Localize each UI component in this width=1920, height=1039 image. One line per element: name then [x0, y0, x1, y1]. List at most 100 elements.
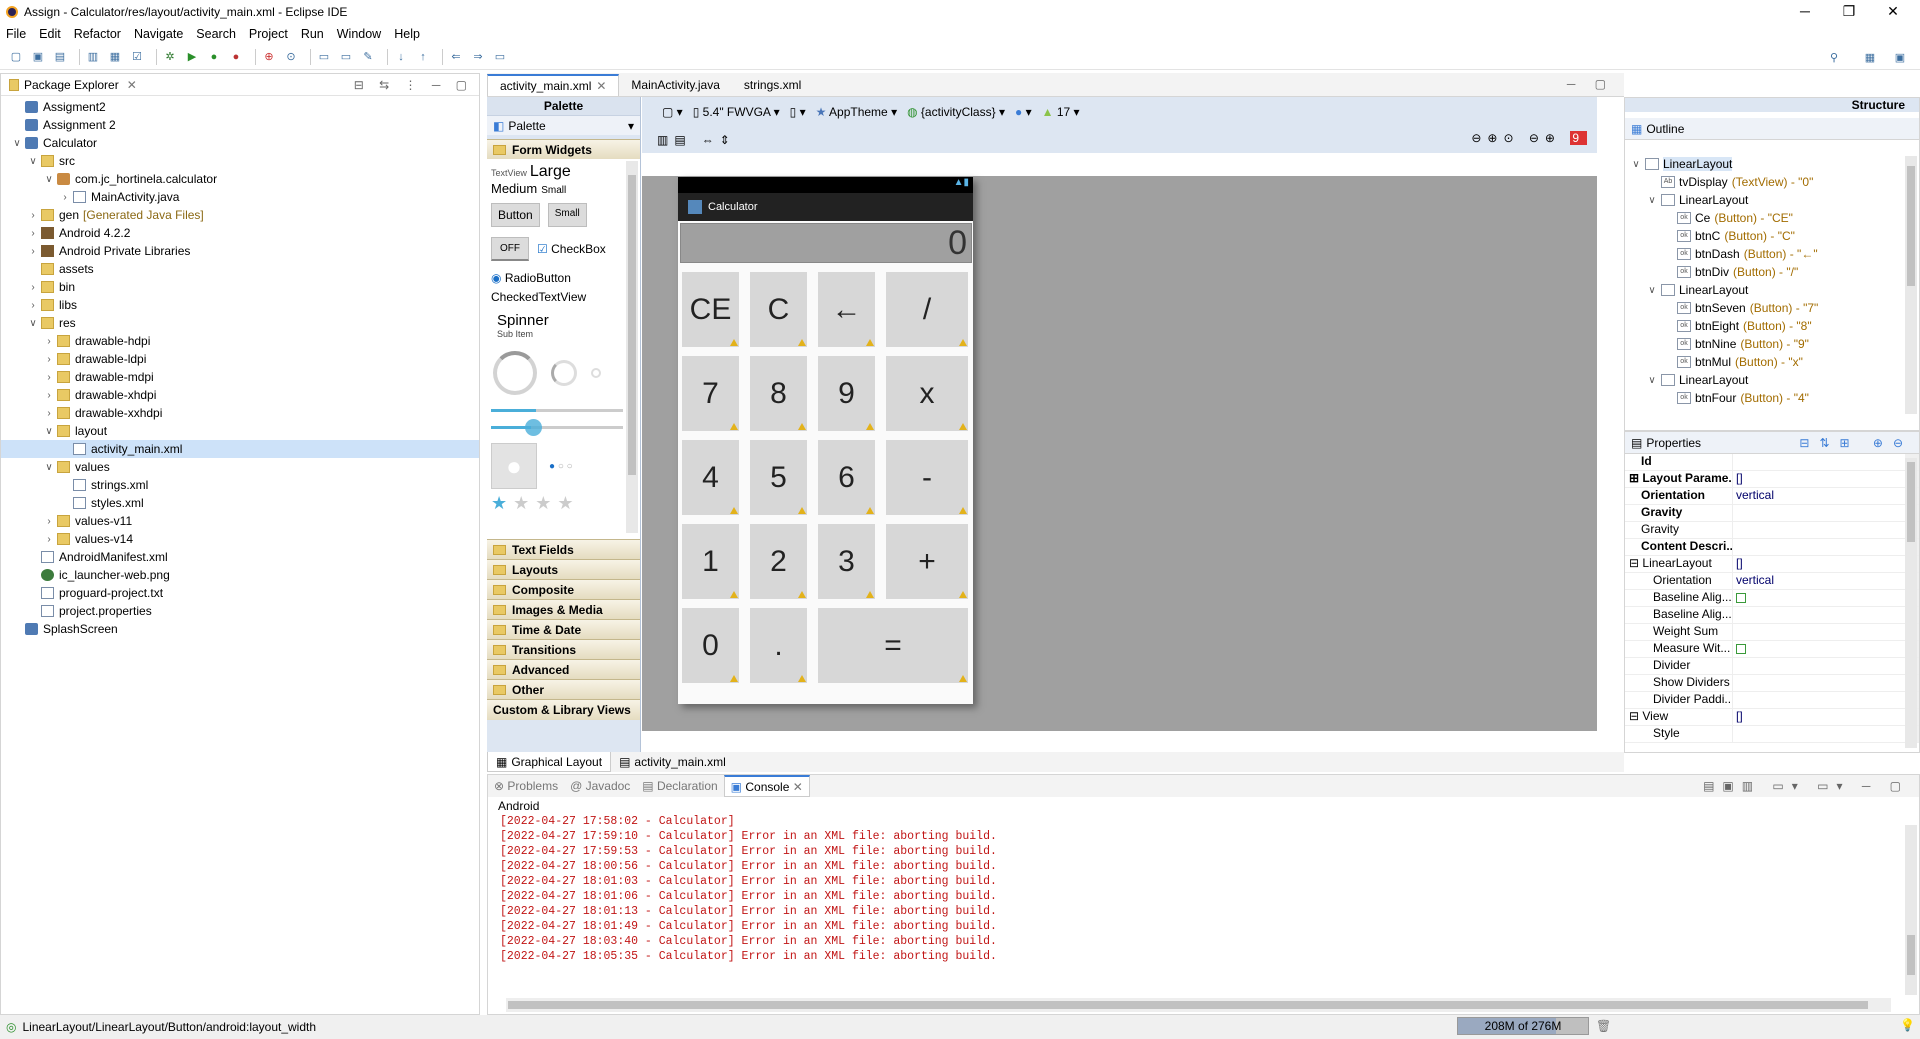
menu-help[interactable]: Help: [394, 27, 420, 41]
back-icon[interactable]: ⇐: [448, 49, 464, 65]
expand-toggle-icon[interactable]: ›: [43, 516, 55, 527]
outline-node[interactable]: ok btnNine (Button) - "9": [1630, 335, 1902, 353]
tree-item[interactable]: › values-v11: [1, 512, 479, 530]
palette-section[interactable]: Layouts: [487, 559, 640, 579]
fill-height-icon[interactable]: ⇕: [720, 133, 730, 147]
menu-edit[interactable]: Edit: [39, 27, 61, 41]
property-value[interactable]: [1732, 607, 1905, 623]
tree-item[interactable]: › Android Private Libraries: [1, 242, 479, 260]
quickcontactbadge-widget[interactable]: ●: [491, 443, 537, 489]
palette-scrollbar[interactable]: [626, 161, 638, 533]
calc-key[interactable]: 9: [818, 356, 875, 431]
tree-item[interactable]: ∨ layout: [1, 422, 479, 440]
expand-toggle-icon[interactable]: ›: [27, 246, 39, 257]
property-row[interactable]: Show Dividers…: [1625, 675, 1919, 692]
progress-large-widget[interactable]: [493, 351, 537, 395]
expand-toggle-icon[interactable]: ∨: [27, 156, 39, 167]
new-package-icon[interactable]: ⊙: [283, 49, 299, 65]
property-value[interactable]: [1732, 624, 1905, 640]
property-row[interactable]: Divider Paddi...…: [1625, 692, 1919, 709]
property-value[interactable]: [1732, 522, 1905, 538]
property-row[interactable]: Orientationvertical…: [1625, 488, 1919, 505]
calc-key[interactable]: C: [750, 272, 807, 347]
calc-key[interactable]: =: [818, 608, 968, 683]
console-toolbar-icons[interactable]: ▤▣▥ ▭▾ ▭▾ ─ ▢: [1703, 779, 1909, 793]
tree-item[interactable]: ic_launcher-web.png: [1, 566, 479, 584]
expand-toggle-icon[interactable]: ∨: [1646, 375, 1658, 386]
lint-icon[interactable]: ☑: [129, 49, 145, 65]
progress-medium-widget[interactable]: [551, 360, 577, 386]
outline-node[interactable]: ok btnMul (Button) - "x": [1630, 353, 1902, 371]
property-value[interactable]: [1732, 675, 1905, 691]
tree-item[interactable]: › MainActivity.java: [1, 188, 479, 206]
properties-toolbar-icons[interactable]: ⊟⇅⊞ ⊕⊖: [1799, 436, 1913, 450]
layout-toggle2-icon[interactable]: ▤: [674, 133, 685, 147]
calc-key[interactable]: 4: [682, 440, 739, 515]
palette-dropdown[interactable]: ◧ Palette ▾: [487, 115, 640, 135]
tree-item[interactable]: AndroidManifest.xml: [1, 548, 479, 566]
menu-file[interactable]: File: [6, 27, 26, 41]
tree-item[interactable]: › drawable-hdpi: [1, 332, 479, 350]
menu-run[interactable]: Run: [301, 27, 324, 41]
property-row[interactable]: Weight Sum…: [1625, 624, 1919, 641]
pin-editor-icon[interactable]: ▭: [492, 49, 508, 65]
property-value[interactable]: []: [1732, 471, 1905, 487]
console-output[interactable]: [2022-04-27 17:58:02 - Calculator] [2022-…: [488, 813, 1919, 965]
expand-toggle-icon[interactable]: ›: [59, 192, 71, 203]
expand-toggle-icon[interactable]: ∨: [43, 174, 55, 185]
radio-group-icon[interactable]: ● ○ ○: [549, 461, 573, 472]
console-vscrollbar[interactable]: [1905, 825, 1917, 995]
menu-search[interactable]: Search: [196, 27, 236, 41]
tree-item[interactable]: ∨ values: [1, 458, 479, 476]
calc-key[interactable]: 3: [818, 524, 875, 599]
search-icon[interactable]: ⚲: [1826, 49, 1842, 65]
outline-node[interactable]: ∨ LinearLayout: [1630, 191, 1902, 209]
android-sdk-icon[interactable]: ▥: [85, 49, 101, 65]
calc-key[interactable]: 5: [750, 440, 807, 515]
palette-section[interactable]: Advanced: [487, 659, 640, 679]
avd-manager-icon[interactable]: ▦: [107, 49, 123, 65]
expand-toggle-icon[interactable]: ›: [27, 282, 39, 293]
close-button[interactable]: ✕: [1871, 0, 1915, 22]
expand-toggle-icon[interactable]: ›: [43, 372, 55, 383]
calc-key[interactable]: x: [886, 356, 968, 431]
palette-checkbox-widget[interactable]: ☑ CheckBox: [537, 242, 606, 256]
checkbox[interactable]: [1736, 593, 1746, 603]
expand-toggle-icon[interactable]: ›: [27, 210, 39, 221]
property-row[interactable]: Gravity…: [1625, 522, 1919, 539]
outline-node[interactable]: ∨ LinearLayout: [1630, 155, 1902, 173]
tree-item[interactable]: › bin: [1, 278, 479, 296]
fill-width-icon[interactable]: ⇔: [702, 133, 714, 147]
properties-tab[interactable]: ▤ Properties ⊟⇅⊞ ⊕⊖: [1625, 432, 1919, 454]
tab-console[interactable]: ▣ Console ✕: [723, 775, 810, 797]
seekbar-widget[interactable]: [491, 419, 623, 436]
tab-xml-source[interactable]: ▤ activity_main.xml: [611, 752, 734, 772]
calc-key[interactable]: 6: [818, 440, 875, 515]
calc-key[interactable]: /: [886, 272, 968, 347]
tab-declaration[interactable]: ▤ Declaration: [636, 775, 723, 797]
layout-toggle-icon[interactable]: ▥: [657, 133, 668, 147]
property-value[interactable]: [1732, 692, 1905, 708]
zoom-controls-icons[interactable]: ⊖⊕⊙ ⊖⊕ 9: [1471, 131, 1587, 145]
expand-toggle-icon[interactable]: ›: [43, 534, 55, 545]
maximize-button[interactable]: ❐: [1827, 0, 1871, 22]
tree-item[interactable]: ∨ src: [1, 152, 479, 170]
tree-item[interactable]: ∨ com.jc_hortinela.calculator: [1, 170, 479, 188]
tree-item[interactable]: Assigment2: [1, 98, 479, 116]
tree-item[interactable]: › drawable-mdpi: [1, 368, 479, 386]
layout-config-icon[interactable]: ▢ ▾: [662, 105, 683, 119]
expand-toggle-icon[interactable]: ›: [43, 408, 55, 419]
expand-toggle-icon[interactable]: ›: [43, 390, 55, 401]
theme-selector[interactable]: ★ AppTheme ▾: [816, 105, 898, 119]
outline-node[interactable]: ok Ce (Button) - "CE": [1630, 209, 1902, 227]
palette-spinner-widget[interactable]: Spinner Sub Item: [491, 312, 636, 339]
palette-checkedtextview-widget[interactable]: CheckedTextView: [491, 290, 636, 304]
lint-warnings-icon[interactable]: 9: [1570, 131, 1587, 145]
textview-widgets[interactable]: TextView Large: [491, 163, 636, 181]
tree-item[interactable]: › gen [Generated Java Files]: [1, 206, 479, 224]
open-task-icon[interactable]: ▭: [338, 49, 354, 65]
property-row[interactable]: Measure Wit...…: [1625, 641, 1919, 658]
calc-key[interactable]: CE: [682, 272, 739, 347]
api-selector[interactable]: ▲ 17 ▾: [1042, 105, 1080, 119]
search-tool-icon[interactable]: ✎: [360, 49, 376, 65]
